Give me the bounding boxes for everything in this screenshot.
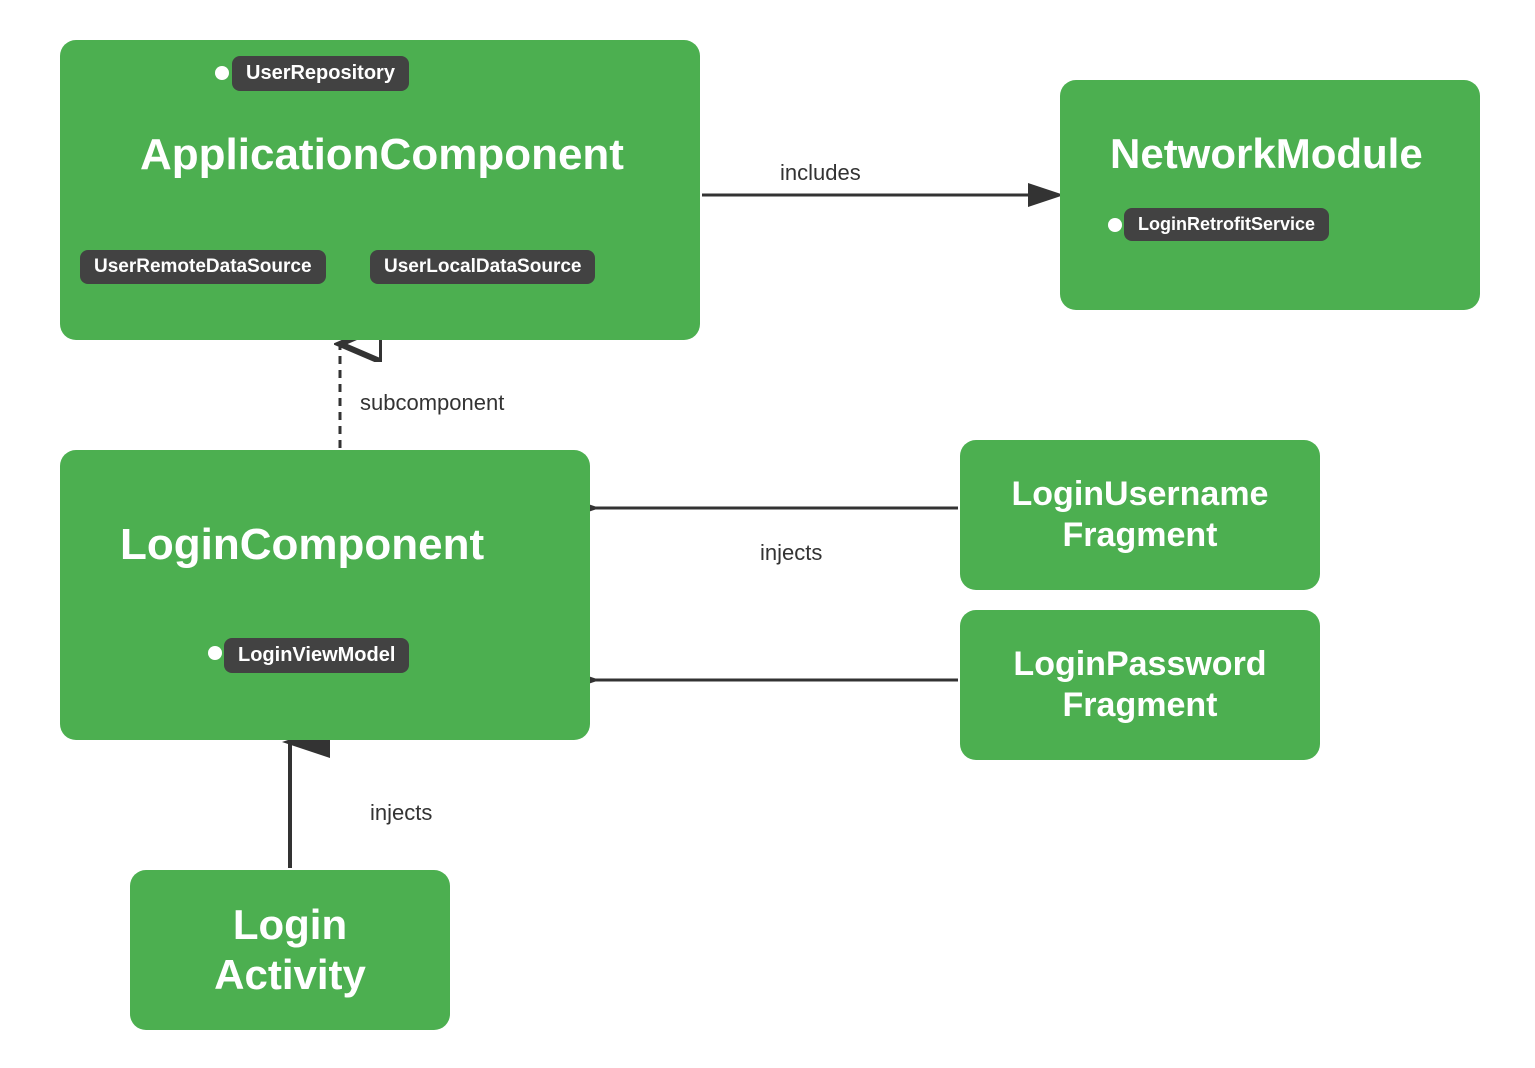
includes-label: includes [780,160,861,186]
application-component-title: ApplicationComponent [140,130,624,180]
user-repository-badge: UserRepository [232,56,409,91]
login-retrofit-service-dot [1108,218,1122,232]
login-component-title: LoginComponent [120,520,484,570]
user-remote-datasource-badge: UserRemoteDataSource [80,250,326,284]
login-password-fragment-title: LoginPasswordFragment [1013,644,1266,726]
login-activity-title: LoginActivity [214,900,366,1001]
injects-label-right: injects [760,540,822,566]
login-viewmodel-dot [208,646,222,660]
diagram-container: UserRepository ApplicationComponent User… [0,0,1535,1068]
application-component-box: UserRepository ApplicationComponent User… [60,40,700,340]
login-username-fragment-box: LoginUsernameFragment [960,440,1320,590]
login-password-fragment-box: LoginPasswordFragment [960,610,1320,760]
network-module-box: NetworkModule LoginRetrofitService [1060,80,1480,310]
user-repository-dot [215,66,229,80]
login-retrofit-service-badge: LoginRetrofitService [1124,208,1329,241]
user-local-datasource-badge: UserLocalDataSource [370,250,595,284]
login-component-box: LoginComponent LoginViewModel [60,450,590,740]
login-username-fragment-title: LoginUsernameFragment [1012,474,1269,556]
network-module-title: NetworkModule [1110,130,1423,178]
injects-label-bottom: injects [370,800,432,826]
login-activity-box: LoginActivity [130,870,450,1030]
login-viewmodel-badge: LoginViewModel [224,638,409,673]
subcomponent-label: subcomponent [360,390,504,416]
